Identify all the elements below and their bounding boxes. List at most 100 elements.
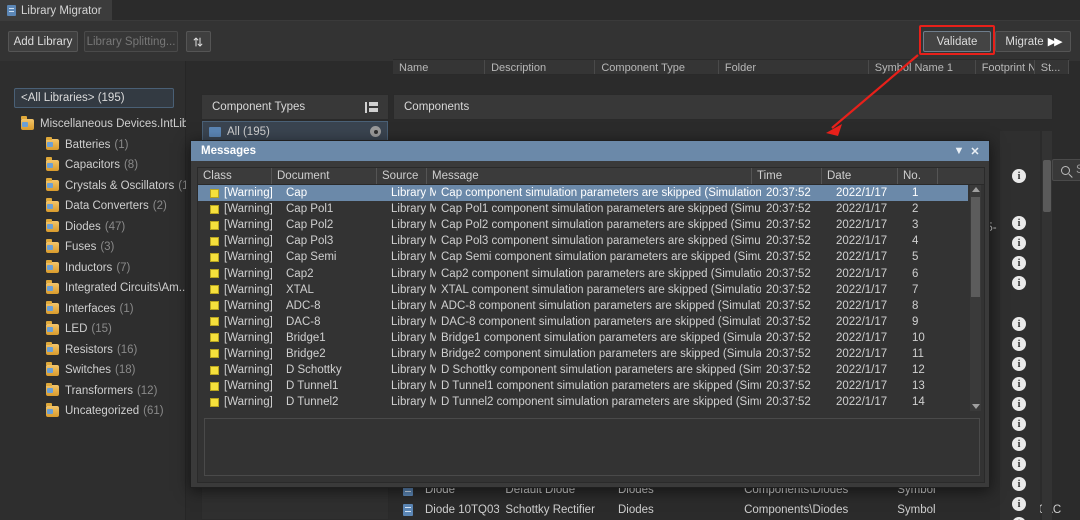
tree-root-miscellaneous-devices[interactable]: Miscellaneous Devices.IntLib bbox=[0, 114, 188, 135]
message-row[interactable]: [Warning] Cap Library M Cap component simul… bbox=[198, 185, 968, 202]
validate-button[interactable]: Validate bbox=[923, 31, 991, 52]
library-tree-item[interactable]: Fuses (3) bbox=[0, 237, 186, 258]
message-cell-time: 20:37:52 bbox=[766, 219, 811, 232]
info-icon[interactable]: i bbox=[1012, 477, 1026, 491]
message-row[interactable]: [Warning] Cap Pol1 Library M Cap Pol1 compo… bbox=[198, 201, 968, 217]
messages-scrollbar-thumb[interactable] bbox=[971, 197, 980, 297]
library-tree-item[interactable]: Switches (18) bbox=[0, 360, 186, 381]
messages-column-header[interactable]: Source bbox=[377, 168, 427, 184]
table-row[interactable]: Diode 10TQ035 Schottky Rectifier Diodes Com… bbox=[393, 500, 1069, 520]
message-cell-class: [Warning] bbox=[224, 299, 273, 312]
close-icon[interactable]: ✕ bbox=[967, 143, 983, 159]
info-icon[interactable]: i bbox=[1012, 457, 1026, 471]
message-cell-time: 20:37:52 bbox=[766, 347, 811, 360]
message-cell-document: Cap bbox=[286, 187, 308, 200]
messages-column-header[interactable]: Time bbox=[752, 168, 822, 184]
grid-column-header[interactable]: Component Type bbox=[595, 60, 719, 74]
warning-square-icon bbox=[210, 220, 219, 230]
folder-icon bbox=[46, 218, 59, 233]
info-icon[interactable]: i bbox=[1012, 169, 1026, 183]
library-tree-item[interactable]: Batteries (1) bbox=[0, 135, 186, 156]
grid-column-header[interactable]: Description bbox=[485, 60, 596, 74]
message-cell-document: Cap2 bbox=[286, 267, 314, 280]
info-icon[interactable]: i bbox=[1012, 417, 1026, 431]
message-row[interactable]: [Warning] Cap Pol3 Library M Cap Pol3 compo… bbox=[198, 233, 968, 249]
info-icon[interactable]: i bbox=[1012, 317, 1026, 331]
library-tree-item[interactable]: Resistors (16) bbox=[0, 340, 186, 361]
info-icon[interactable]: i bbox=[1012, 337, 1026, 351]
info-icon[interactable]: i bbox=[1012, 497, 1026, 511]
library-tree-item[interactable]: Crystals & Oscillators(1) bbox=[0, 176, 192, 197]
library-tree-item-label: Uncategorized bbox=[65, 405, 140, 418]
library-tree-item[interactable]: Data Converters (2) bbox=[0, 196, 186, 217]
component-type-all[interactable]: All (195) bbox=[202, 121, 388, 142]
library-tree-item[interactable]: Capacitors (8) bbox=[0, 155, 186, 176]
scroll-down-icon[interactable] bbox=[972, 404, 980, 409]
message-cell-class: [Warning] bbox=[224, 283, 273, 296]
message-row[interactable]: [Warning] Cap Semi Library M Cap Semi compo… bbox=[198, 249, 968, 265]
message-row[interactable]: [Warning] Bridge2 Library M Bridge2 compone… bbox=[198, 346, 968, 362]
library-tree-item-label: Transformers bbox=[65, 384, 133, 397]
message-row[interactable]: [Warning] D Tunnel1 Library M D Tunnel1 com… bbox=[198, 378, 968, 394]
messages-column-header[interactable]: Date bbox=[822, 168, 898, 184]
message-cell-class: [Warning] bbox=[224, 203, 273, 216]
message-row[interactable]: [Warning] ADC-8 Library M ADC-8 component s… bbox=[198, 298, 968, 314]
grid-column-header[interactable]: Name bbox=[393, 60, 486, 74]
info-icon[interactable]: i bbox=[1012, 377, 1026, 391]
info-icon[interactable]: i bbox=[1012, 437, 1026, 451]
grid-column-header[interactable]: St... bbox=[1035, 60, 1069, 74]
info-icon[interactable]: i bbox=[1012, 236, 1026, 250]
library-tree-item[interactable]: Transformers (12) bbox=[0, 381, 186, 402]
messages-scrollbar[interactable] bbox=[970, 185, 981, 411]
message-cell-document: Cap Pol2 bbox=[286, 219, 334, 232]
library-tree-item[interactable]: Diodes (47) bbox=[0, 217, 186, 238]
message-row[interactable]: [Warning] Bridge1 Library M Bridge1 compone… bbox=[198, 330, 968, 346]
message-row[interactable]: [Warning] D Tunnel2 Library M D Tunnel2 com… bbox=[198, 394, 968, 410]
folder-icon bbox=[46, 321, 59, 335]
info-icon[interactable]: i bbox=[1012, 357, 1026, 371]
grid-scrollbar-thumb[interactable] bbox=[1043, 160, 1051, 212]
add-library-button[interactable]: Add Library bbox=[8, 31, 78, 52]
message-row[interactable]: [Warning] XTAL Library M XTAL component sim… bbox=[198, 282, 968, 298]
message-cell-message: Cap Pol3 component simulation parameters… bbox=[441, 235, 761, 248]
library-tree-item-label: Capacitors bbox=[65, 159, 120, 172]
filter-icon[interactable]: ▼ bbox=[951, 143, 967, 159]
message-cell-source: Library M bbox=[391, 267, 436, 280]
message-cell-source: Library M bbox=[391, 380, 436, 393]
toolbar: Add Library Library Splitting... ⇄ Valid… bbox=[0, 21, 1080, 61]
scroll-up-icon[interactable] bbox=[972, 187, 980, 192]
messages-column-header[interactable]: No. bbox=[898, 168, 938, 184]
message-cell-class: [Warning] bbox=[224, 331, 273, 344]
tab-library-migrator[interactable]: Library Migrator bbox=[0, 0, 112, 21]
library-tree-item[interactable]: Uncategorized (61) bbox=[0, 401, 186, 422]
library-tree-item[interactable]: LED (15) bbox=[0, 319, 186, 340]
message-row[interactable]: [Warning] D Schottky Library M D Schottky c… bbox=[198, 362, 968, 378]
messages-dialog-titlebar[interactable]: Messages ▼ ✕ bbox=[191, 141, 989, 161]
message-cell-date: 2022/1/17 bbox=[836, 187, 888, 200]
messages-column-header[interactable]: Class bbox=[198, 168, 272, 184]
library-tree-item[interactable]: Integrated Circuits\Am... bbox=[0, 278, 188, 299]
messages-column-header[interactable]: Message bbox=[427, 168, 752, 184]
library-splitting-button[interactable]: Library Splitting... bbox=[84, 31, 178, 52]
message-row[interactable]: [Warning] Cap2 Library M Cap2 component sim… bbox=[198, 265, 968, 281]
info-icon[interactable]: i bbox=[1012, 276, 1026, 290]
library-tree-item-label: LED bbox=[65, 323, 88, 336]
split-layout-icon[interactable] bbox=[365, 101, 378, 113]
grid-column-header[interactable]: Folder bbox=[719, 60, 869, 74]
info-icon[interactable]: i bbox=[1012, 397, 1026, 411]
migrate-button[interactable]: Migrate ▶▶ bbox=[995, 31, 1071, 52]
gear-icon[interactable] bbox=[370, 126, 381, 137]
info-icon[interactable]: i bbox=[1012, 256, 1026, 270]
swap-arrows-icon-button[interactable]: ⇄ bbox=[186, 31, 211, 52]
message-cell-time: 20:37:52 bbox=[766, 203, 811, 216]
library-tree-item[interactable]: Inductors (7) bbox=[0, 258, 186, 279]
library-tree-item[interactable]: Interfaces (1) bbox=[0, 299, 186, 320]
message-cell-no: 8 bbox=[912, 299, 919, 312]
grid-column-header[interactable]: Symbol Name 1 bbox=[869, 60, 976, 74]
messages-column-header[interactable]: Document bbox=[272, 168, 377, 184]
info-icon[interactable]: i bbox=[1012, 216, 1026, 230]
message-row[interactable]: [Warning] Cap Pol2 Library M Cap Pol2 compo… bbox=[198, 217, 968, 233]
grid-column-header[interactable]: Footprint Nan bbox=[976, 60, 1035, 74]
all-libraries-item[interactable]: <All Libraries> (195) bbox=[14, 88, 174, 108]
message-row[interactable]: [Warning] DAC-8 Library M DAC-8 component s… bbox=[198, 314, 968, 330]
